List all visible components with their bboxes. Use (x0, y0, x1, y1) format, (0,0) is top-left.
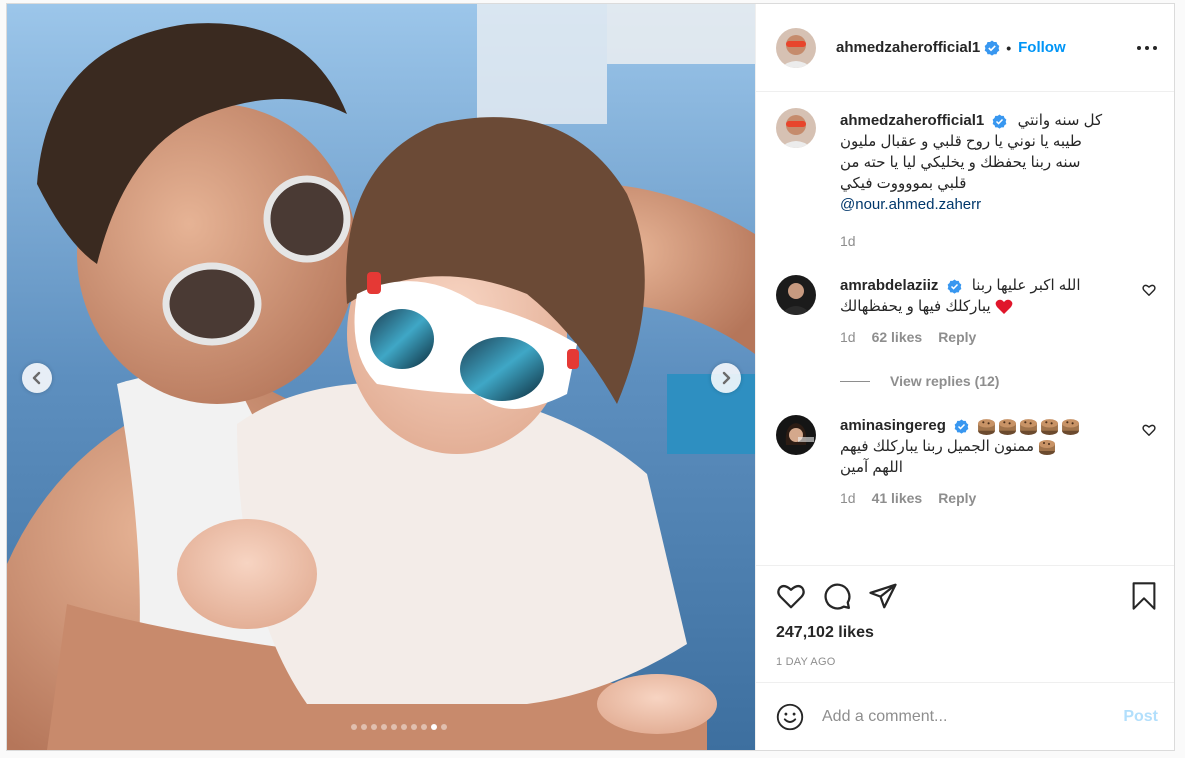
view-replies-button[interactable]: View replies (12) (840, 373, 1158, 389)
commenter-avatar[interactable] (776, 415, 816, 455)
caption-text-line: قلبي بمووووت فيكي (840, 175, 967, 192)
carousel-next-button[interactable] (711, 363, 741, 393)
cake-emoji (1061, 417, 1080, 435)
likes-count[interactable]: 247,102 likes (776, 624, 1158, 642)
carousel-dot (441, 724, 447, 730)
commenter-avatar[interactable] (776, 275, 816, 315)
carousel-dot (411, 724, 417, 730)
post-header: ahmedzaherofficial1 • Follow (756, 4, 1174, 92)
chevron-right-icon (722, 371, 731, 385)
post-dialog: ahmedzaherofficial1 • Follow ahmedzahero… (6, 3, 1175, 751)
carousel-dot (381, 724, 387, 730)
header-separator: • (1006, 39, 1012, 56)
verified-badge-icon (993, 114, 1007, 129)
author-avatar[interactable] (776, 27, 816, 68)
caption-avatar[interactable] (776, 108, 816, 148)
carousel-dot (431, 724, 437, 730)
comment-likes[interactable]: 41 likes (872, 490, 923, 506)
share-icon[interactable] (868, 581, 898, 611)
chevron-left-icon (32, 371, 41, 385)
comment-text-line: اللهم آمين (840, 459, 903, 476)
bookmark-icon[interactable] (1130, 581, 1158, 611)
comment-input[interactable]: Add a comment... (822, 708, 1123, 726)
verified-badge-icon (984, 40, 1000, 56)
heart-icon[interactable] (776, 581, 806, 611)
comment-text-line: الله اكبر عليها ربنا (971, 277, 1081, 294)
comment-text-line: ممنون الجميل ربنا يباركلك فيهم (840, 438, 1035, 455)
comment-item: amrabdelaziiz الله اكبر عليها ربنا يبارك… (776, 275, 1158, 345)
more-options-icon[interactable] (1136, 45, 1158, 51)
caption-text-line: كل سنه وانتي (1017, 112, 1103, 129)
carousel-dot (401, 724, 407, 730)
comment-item: aminasingereg ممنون الجميل ربنا يباركلك … (776, 415, 1158, 506)
post-comment-button[interactable]: Post (1123, 708, 1158, 726)
view-replies-label: View replies (12) (890, 373, 1000, 389)
reply-button[interactable]: Reply (938, 329, 976, 345)
comment-time[interactable]: 1d (840, 329, 856, 345)
post-sidebar: ahmedzaherofficial1 • Follow ahmedzahero… (755, 4, 1174, 750)
comment-icon[interactable] (822, 581, 852, 611)
caption-text-line: سنه ربنا يحفظك و يخليكي ليا يا حته من (840, 154, 1081, 171)
post-actions: 247,102 likes 1 DAY AGO (756, 565, 1174, 682)
cake-emoji-row (977, 417, 1082, 435)
verified-badge-icon (947, 279, 961, 294)
carousel-dot (351, 724, 357, 730)
carousel-dot (391, 724, 397, 730)
caption-author[interactable]: ahmedzaherofficial1 (840, 112, 984, 129)
commenter-username[interactable]: aminasingereg (840, 417, 946, 434)
comment-likes[interactable]: 62 likes (872, 329, 923, 345)
cake-emoji (1040, 417, 1059, 435)
carousel-dot (371, 724, 377, 730)
cake-emoji (977, 417, 996, 435)
post-media[interactable] (7, 4, 755, 750)
caption-time[interactable]: 1d (840, 233, 856, 249)
post-date[interactable]: 1 DAY AGO (776, 656, 1158, 668)
caption-text-line: طيبه يا نوني يا روح قلبي و عقبال مليون (840, 133, 1082, 150)
verified-badge-icon (954, 419, 969, 434)
cake-emoji (1039, 440, 1056, 456)
carousel-dot (421, 724, 427, 730)
comment-text-line: يباركلك فيها و يحفظهالك (840, 298, 991, 315)
cake-emoji (998, 417, 1017, 435)
reply-button[interactable]: Reply (938, 490, 976, 506)
comment-time[interactable]: 1d (840, 490, 856, 506)
comment-composer: Add a comment... Post (756, 682, 1174, 750)
carousel-dot (361, 724, 367, 730)
red-heart-emoji (995, 299, 1013, 315)
follow-button[interactable]: Follow (1018, 39, 1066, 56)
carousel-indicator (7, 724, 755, 730)
emoji-icon[interactable] (776, 703, 804, 731)
heart-icon[interactable] (1142, 423, 1156, 437)
view-replies-line (840, 380, 870, 382)
author-username[interactable]: ahmedzaherofficial1 (836, 39, 980, 56)
post-photo (7, 4, 755, 750)
caption: ahmedzaherofficial1 كل سنه وانتي طيبه يا… (776, 108, 1158, 249)
heart-icon[interactable] (1142, 283, 1156, 297)
mention-link[interactable]: @nour.ahmed.zaherr (840, 196, 981, 213)
comments-section[interactable]: ahmedzaherofficial1 كل سنه وانتي طيبه يا… (756, 92, 1174, 565)
carousel-prev-button[interactable] (22, 363, 52, 393)
cake-emoji (1019, 417, 1038, 435)
commenter-username[interactable]: amrabdelaziiz (840, 277, 938, 294)
